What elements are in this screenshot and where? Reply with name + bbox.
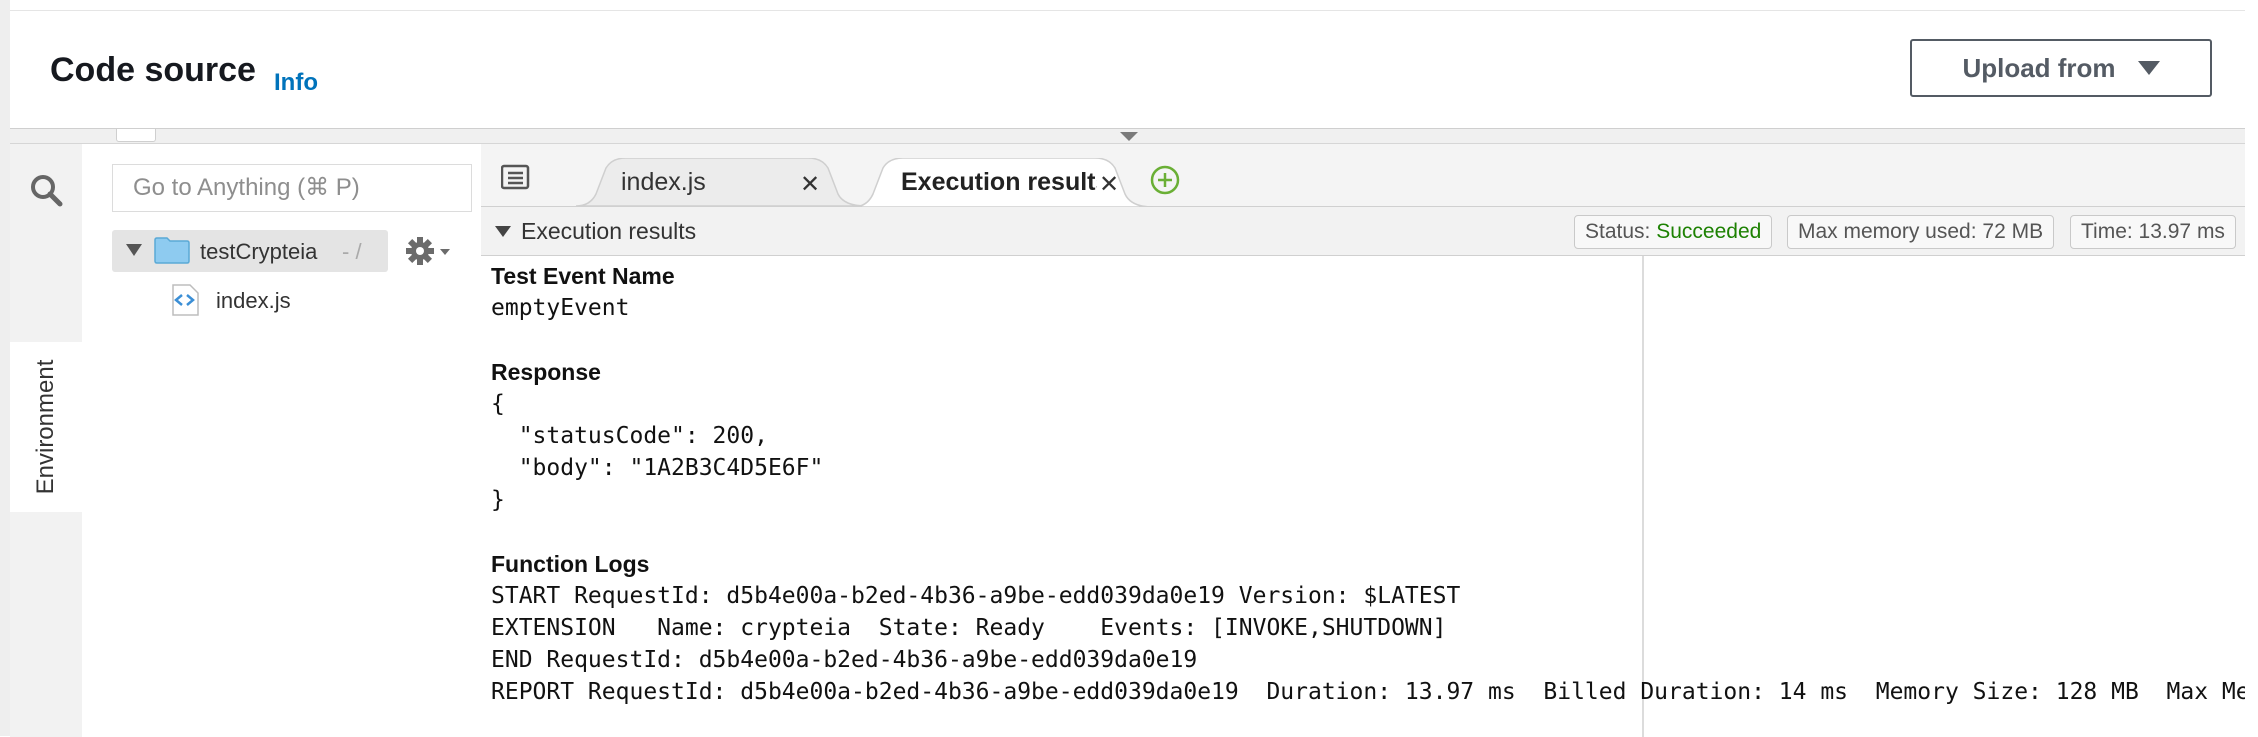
tab-execution-results[interactable]: Execution results ✕ — [853, 158, 1153, 207]
time-badge: Time: 13.97 ms — [2070, 215, 2236, 249]
status-badge: Status: Succeeded — [1574, 215, 1773, 249]
page-title: Code source — [50, 51, 256, 89]
function-logs-heading: Function Logs — [491, 551, 650, 577]
tab-index-js-label: index.js — [621, 168, 706, 196]
upload-from-button[interactable]: Upload from — [1910, 39, 2212, 97]
environment-tab-label: Environment — [32, 359, 59, 495]
caret-down-icon — [2137, 61, 2160, 75]
execution-results-header: Execution results Status: Succeeded Max … — [481, 207, 2245, 256]
response-line: "statusCode": 200, — [491, 423, 768, 449]
response-heading: Response — [491, 359, 601, 385]
close-icon[interactable]: ✕ — [1099, 170, 1119, 199]
execution-results-output: Test Event Name emptyEvent Response { "s… — [491, 260, 2245, 708]
code-source-header: Code source Info Upload from — [10, 10, 2245, 131]
status-value: Succeeded — [1656, 220, 1762, 243]
response-line: "body": "1A2B3C4D5E6F" — [491, 455, 824, 481]
tree-file-label: index.js — [216, 288, 291, 313]
cloud9-ide: Environment testCrypteia - / — [10, 128, 2245, 737]
execution-results-title[interactable]: Execution results — [521, 218, 696, 245]
ide-menu-bar — [10, 129, 2245, 144]
gear-icon[interactable] — [404, 234, 454, 268]
js-file-icon — [172, 284, 199, 316]
lambda-code-source-page: Code source Info Upload from Environment — [0, 0, 2258, 737]
info-link[interactable]: Info — [274, 69, 318, 97]
editor-tab-bar: index.js ✕ Execution results ✕ — [481, 144, 2245, 207]
file-tree-panel: testCrypteia - / — [82, 144, 483, 737]
status-label: Status: — [1585, 220, 1651, 243]
tree-root-label: testCrypteia — [200, 239, 318, 264]
log-line: EXTENSION Name: crypteia State: Ready Ev… — [491, 615, 1447, 641]
plus-circle-icon[interactable] — [1149, 164, 1181, 196]
expand-caret-icon[interactable] — [126, 244, 142, 256]
response-line: } — [491, 487, 505, 513]
go-to-anything-input[interactable] — [112, 164, 472, 212]
close-icon[interactable]: ✕ — [800, 170, 820, 199]
search-icon[interactable] — [28, 172, 64, 208]
log-line: REPORT RequestId: d5b4e00a-b2ed-4b36-a9b… — [491, 679, 2245, 705]
collapse-caret-icon[interactable] — [495, 226, 511, 237]
upload-from-label: Upload from — [1962, 52, 2116, 83]
environment-tab[interactable]: Environment — [10, 342, 82, 512]
tab-index-js-shape — [576, 158, 866, 206]
response-line: { — [491, 391, 505, 417]
max-memory-badge: Max memory used: 72 MB — [1787, 215, 2055, 249]
environment-rail: Environment — [10, 144, 83, 737]
editor-area: index.js ✕ Execution results ✕ Execution… — [481, 144, 2245, 737]
log-line: END RequestId: d5b4e00a-b2ed-4b36-a9be-e… — [491, 647, 1198, 673]
log-line: START RequestId: d5b4e00a-b2ed-4b36-a9be… — [491, 583, 1461, 609]
page-left-gutter — [0, 0, 10, 736]
test-event-value: emptyEvent — [491, 295, 630, 321]
folder-icon — [154, 237, 190, 264]
tab-execution-results-label: Execution results — [901, 168, 1097, 196]
collapse-menu-caret-icon[interactable] — [1120, 132, 1138, 141]
tree-root-path-suffix: - / — [342, 239, 362, 264]
execution-results-body: Test Event Name emptyEvent Response { "s… — [481, 256, 2245, 737]
tree-root-folder[interactable]: testCrypteia - / — [112, 230, 388, 272]
tab-index-js[interactable]: index.js ✕ — [576, 158, 866, 206]
test-event-heading: Test Event Name — [491, 263, 675, 289]
editor-menu-icon[interactable] — [501, 164, 533, 190]
ide-menu-toggle[interactable] — [116, 129, 156, 142]
